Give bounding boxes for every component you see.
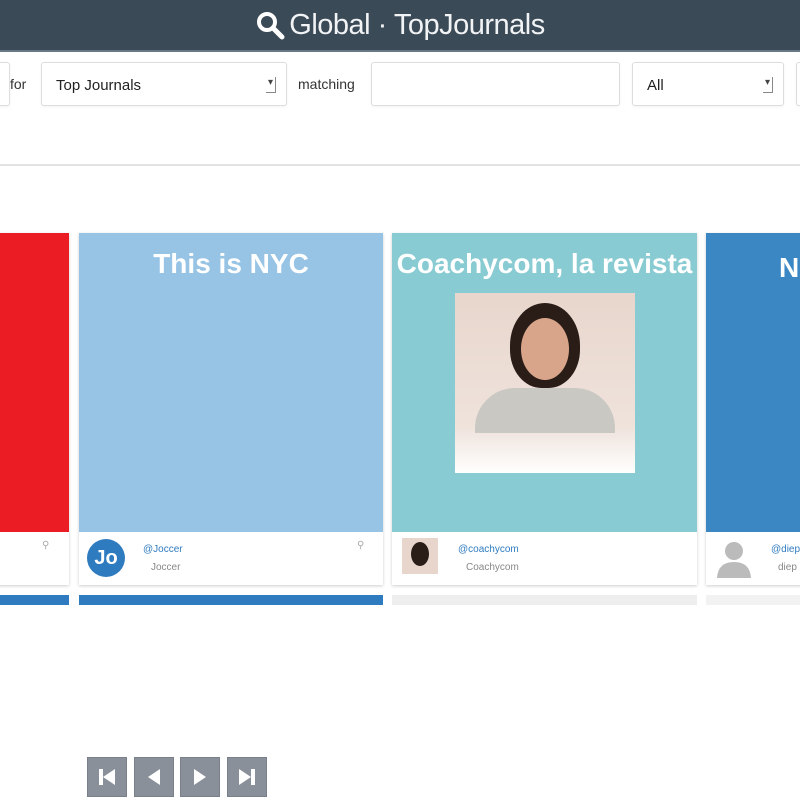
card-strip — [0, 595, 69, 605]
for-label: for — [10, 76, 27, 92]
card-strip — [79, 595, 383, 605]
next-icon — [194, 769, 206, 785]
first-page-icon — [99, 769, 115, 785]
card-cover: Coachycom, la revista — [392, 233, 697, 532]
first-page-button[interactable] — [87, 757, 127, 797]
next-page-button[interactable] — [180, 757, 220, 797]
last-page-icon — [239, 769, 255, 785]
dropdown-arrow-icon: ▾ — [266, 77, 276, 93]
journal-card[interactable]: ⚲ — [0, 233, 69, 585]
card-title: This is NYC — [153, 248, 309, 279]
card-handle[interactable]: @coachycom — [458, 544, 519, 555]
card-strip — [392, 595, 697, 605]
journal-card[interactable]: This is NYC Jo @Joccer Joccer ⚲ — [79, 233, 383, 585]
journal-card[interactable]: N T @diep diep — [706, 233, 800, 585]
card-handle[interactable]: @diep — [771, 544, 800, 555]
source-select[interactable] — [0, 62, 10, 106]
scope-value: All — [647, 77, 664, 94]
cover-photo — [455, 293, 635, 473]
card-author-name: Joccer — [151, 562, 181, 573]
card-author-name: Coachycom — [466, 562, 519, 573]
category-value: Top Journals — [56, 77, 142, 94]
card-title: N T — [779, 252, 800, 283]
last-page-button[interactable] — [227, 757, 267, 797]
scope-select[interactable]: All ▾ — [632, 62, 784, 106]
card-cover: This is NYC — [79, 233, 383, 532]
location-pin-icon: ⚲ — [42, 540, 50, 551]
location-pin-icon: ⚲ — [357, 540, 365, 551]
matching-label: matching — [298, 76, 355, 92]
card-cover: N T — [706, 233, 800, 532]
avatar[interactable]: Jo — [87, 539, 125, 577]
card-strip — [706, 595, 800, 605]
card-author-name: diep — [778, 562, 797, 573]
search-icon — [257, 12, 285, 40]
previous-icon — [148, 769, 160, 785]
category-select[interactable]: Top Journals ▾ — [41, 62, 287, 106]
page-title: Global · TopJournals — [289, 8, 545, 41]
card-title: Coachycom, la revista — [396, 248, 693, 279]
avatar[interactable] — [402, 538, 438, 574]
journal-card[interactable]: Coachycom, la revista @coachycom Coachyc… — [392, 233, 697, 585]
default-avatar-icon[interactable] — [714, 538, 754, 578]
matching-input[interactable] — [371, 62, 620, 106]
card-cover — [0, 233, 69, 532]
divider — [0, 164, 800, 166]
page-header: Global · TopJournals — [0, 0, 800, 52]
card-handle[interactable]: @Joccer — [143, 544, 183, 555]
extra-select[interactable] — [796, 62, 800, 106]
dropdown-arrow-icon: ▾ — [763, 77, 773, 93]
previous-page-button[interactable] — [134, 757, 174, 797]
